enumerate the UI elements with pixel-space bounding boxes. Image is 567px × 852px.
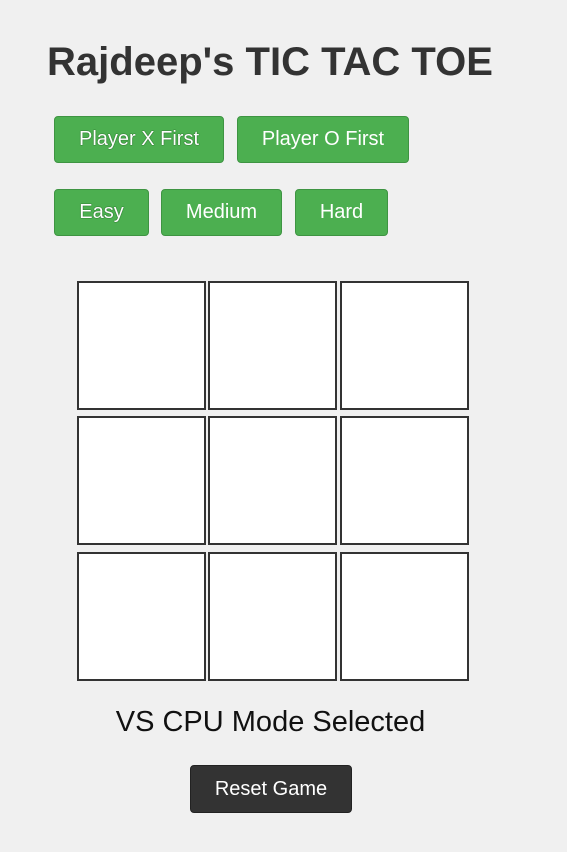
player-x-first-button[interactable]: Player X First — [54, 116, 224, 163]
page-title: Rajdeep's TIC TAC TOE — [47, 40, 493, 84]
board-cell[interactable] — [208, 281, 337, 410]
game-status-message: VS CPU Mode Selected — [115, 706, 426, 738]
board-cell[interactable] — [208, 416, 337, 545]
board-cell[interactable] — [340, 416, 469, 545]
board-cell[interactable] — [340, 552, 469, 681]
board-cell[interactable] — [77, 281, 206, 410]
player-o-first-button[interactable]: Player O First — [237, 116, 409, 163]
game-board — [77, 281, 470, 681]
hard-difficulty-button[interactable]: Hard — [295, 189, 388, 236]
medium-difficulty-button[interactable]: Medium — [161, 189, 282, 236]
board-cell[interactable] — [77, 416, 206, 545]
easy-difficulty-button[interactable]: Easy — [54, 189, 149, 236]
board-cell[interactable] — [340, 281, 469, 410]
reset-game-button[interactable]: Reset Game — [190, 765, 352, 813]
board-cell[interactable] — [208, 552, 337, 681]
board-cell[interactable] — [77, 552, 206, 681]
